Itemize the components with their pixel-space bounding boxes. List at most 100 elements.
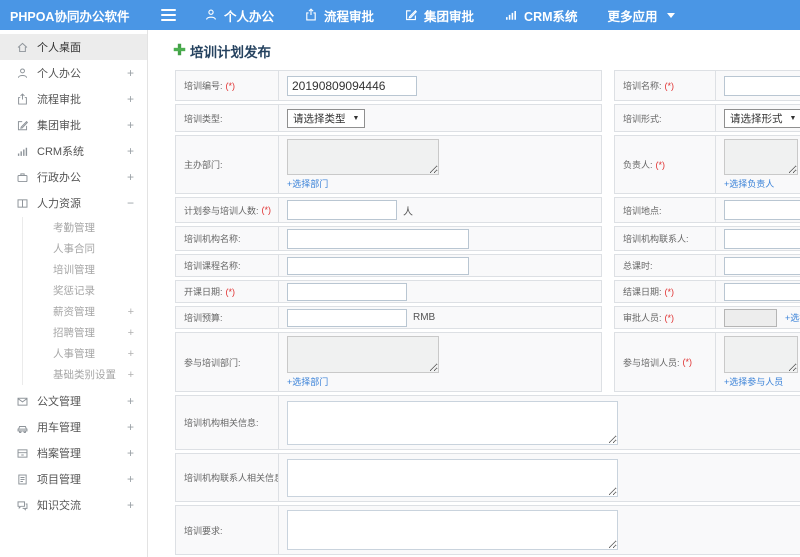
select-department-link[interactable]: +选择部门: [287, 375, 328, 388]
org-info-textarea[interactable]: [287, 400, 618, 445]
form-row-pair: 培训课程名称: 总课时:: [175, 254, 800, 277]
training-requirements-textarea[interactable]: [287, 510, 618, 550]
sidebar-subitem-attendance[interactable]: 考勤管理: [23, 217, 147, 238]
planned-participants-input[interactable]: [287, 200, 397, 220]
sidebar-item-projects[interactable]: 项目管理 +: [0, 466, 147, 492]
start-date-input[interactable]: [287, 282, 407, 301]
sidebar-subitem-label: 培训管理: [53, 264, 95, 276]
select-approver-link[interactable]: +选择审批人员: [785, 311, 800, 324]
org-contact-info-textarea[interactable]: [287, 458, 618, 497]
expand-toggle[interactable]: +: [127, 66, 134, 80]
select-department-link[interactable]: +选择部门: [287, 177, 328, 190]
training-name-input[interactable]: [724, 75, 800, 96]
training-location-input[interactable]: [724, 200, 800, 220]
sidebar-item-group-approval[interactable]: 集团审批 +: [0, 112, 147, 138]
org-contact-input[interactable]: [724, 228, 800, 249]
page-title: 培训计划发布: [173, 41, 800, 61]
sidebar-subitem-rewards[interactable]: 奖惩记录: [23, 280, 147, 301]
training-form-select[interactable]: 请选择形式 ▼: [724, 108, 800, 128]
collapse-toggle[interactable]: −: [127, 196, 134, 210]
select-leader-link[interactable]: +选择负责人: [724, 177, 774, 190]
field-label: 培训课程名称:: [184, 261, 241, 271]
page-title-text: 培训计划发布: [190, 45, 271, 60]
field-label: 培训形式:: [623, 113, 662, 124]
sidebar-subitem-label: 人事管理: [53, 348, 95, 360]
field-label: 审批人员:: [623, 313, 662, 323]
field-label: 培训预算:: [184, 313, 223, 323]
nav-crm[interactable]: CRM系统: [504, 6, 578, 25]
expand-toggle[interactable]: +: [127, 420, 134, 434]
expand-toggle[interactable]: +: [127, 394, 134, 408]
expand-toggle[interactable]: +: [127, 498, 134, 512]
sidebar-subitem-base-category[interactable]: 基础类别设置 +: [23, 364, 147, 385]
menu-toggle-icon[interactable]: [161, 9, 176, 21]
sidebar-subitem-personnel[interactable]: 人事管理 +: [23, 343, 147, 364]
expand-toggle[interactable]: +: [127, 472, 134, 486]
form-row-pair: 培训机构名称: 培训机构联系人:: [175, 226, 800, 251]
sidebar-item-admin-office[interactable]: 行政办公 +: [0, 164, 147, 190]
sidebar-item-flow-approval[interactable]: 流程审批 +: [0, 86, 147, 112]
training-number-input[interactable]: [287, 75, 417, 96]
hr-book-icon: [16, 197, 29, 210]
training-plan-form: 培训编号:(*) 培训名称:(*) 培训类型: 请选择类型▼ 培训形式: 请选择…: [175, 70, 800, 557]
expand-toggle[interactable]: +: [127, 144, 134, 158]
expand-toggle[interactable]: +: [127, 446, 134, 460]
top-bar: PHPOA协同办公软件 个人办公 流程审批 集团审批 CRM系统 更多应用: [0, 0, 800, 30]
sidebar-subitem-training[interactable]: 培训管理: [23, 259, 147, 280]
sidebar-item-personal-office[interactable]: 个人办公 +: [0, 60, 147, 86]
sidebar-item-label: 档案管理: [37, 448, 81, 460]
sidebar-item-archives[interactable]: 档案管理 +: [0, 440, 147, 466]
expand-toggle[interactable]: +: [127, 92, 134, 106]
select-value: 请选择形式: [730, 112, 783, 125]
home-icon: [16, 41, 29, 54]
nav-label: 个人办公: [224, 9, 275, 24]
field-label: 负责人:: [623, 160, 653, 170]
participating-departments-textarea[interactable]: [287, 336, 439, 373]
form-row-full: 培训机构联系人相关信息:: [175, 453, 800, 502]
required-marker: (*): [225, 80, 236, 91]
sidebar-item-desktop[interactable]: 个人桌面: [0, 34, 147, 60]
nav-label: 集团审批: [424, 9, 475, 24]
participants-textarea[interactable]: [724, 336, 798, 373]
host-department-textarea[interactable]: [287, 139, 439, 175]
org-name-input[interactable]: [287, 228, 469, 249]
training-type-select[interactable]: 请选择类型 ▼: [287, 108, 366, 128]
nav-more-apps[interactable]: 更多应用: [608, 6, 675, 25]
leader-textarea[interactable]: [724, 139, 798, 175]
sidebar-item-hr[interactable]: 人力资源 −: [0, 190, 147, 216]
course-name-input[interactable]: [287, 256, 469, 275]
field-label: 培训编号:: [184, 81, 223, 91]
approver-input[interactable]: [724, 308, 777, 327]
expand-toggle[interactable]: +: [127, 170, 134, 184]
total-hours-input[interactable]: [724, 256, 800, 275]
chart-icon: [16, 145, 29, 158]
sidebar-subitem-label: 奖惩记录: [53, 285, 95, 297]
nav-flow-approval[interactable]: 流程审批: [304, 6, 374, 25]
end-date-input[interactable]: [724, 282, 800, 301]
main-content: 培训计划发布 培训编号:(*) 培训名称:(*) 培训类型: 请选择类型▼: [148, 30, 800, 557]
form-row-pair: 培训编号:(*) 培训名称:(*): [175, 70, 800, 101]
user-icon: [204, 8, 218, 22]
edit-icon: [16, 119, 29, 132]
sidebar-subitem-salary[interactable]: 薪资管理 +: [23, 301, 147, 322]
sidebar-item-official-docs[interactable]: 公文管理 +: [0, 388, 147, 414]
sidebar-item-vehicle[interactable]: 用车管理 +: [0, 414, 147, 440]
sidebar-subitem-recruit[interactable]: 招聘管理 +: [23, 322, 147, 343]
expand-toggle[interactable]: +: [127, 118, 134, 132]
required-marker: (*): [664, 80, 675, 91]
archive-icon: [16, 447, 29, 460]
expand-toggle[interactable]: +: [128, 327, 134, 339]
select-participants-link[interactable]: +选择参与人员: [724, 375, 783, 388]
sidebar-item-crm[interactable]: CRM系统 +: [0, 138, 147, 164]
sidebar-item-knowledge[interactable]: 知识交流 +: [0, 492, 147, 518]
expand-toggle[interactable]: +: [128, 348, 134, 360]
nav-group-approval[interactable]: 集团审批: [404, 6, 474, 25]
form-row-pair: 培训类型: 请选择类型 ▼ 培训形式: 请选择形式 ▼: [175, 104, 800, 132]
sidebar-subitem-label: 薪资管理: [53, 306, 95, 318]
sidebar-subitem-label: 招聘管理: [53, 327, 95, 339]
sidebar-subitem-hr-contract[interactable]: 人事合同: [23, 238, 147, 259]
budget-input[interactable]: [287, 308, 407, 327]
nav-personal-office[interactable]: 个人办公: [204, 6, 274, 25]
expand-toggle[interactable]: +: [128, 306, 134, 318]
expand-toggle[interactable]: +: [128, 369, 134, 381]
